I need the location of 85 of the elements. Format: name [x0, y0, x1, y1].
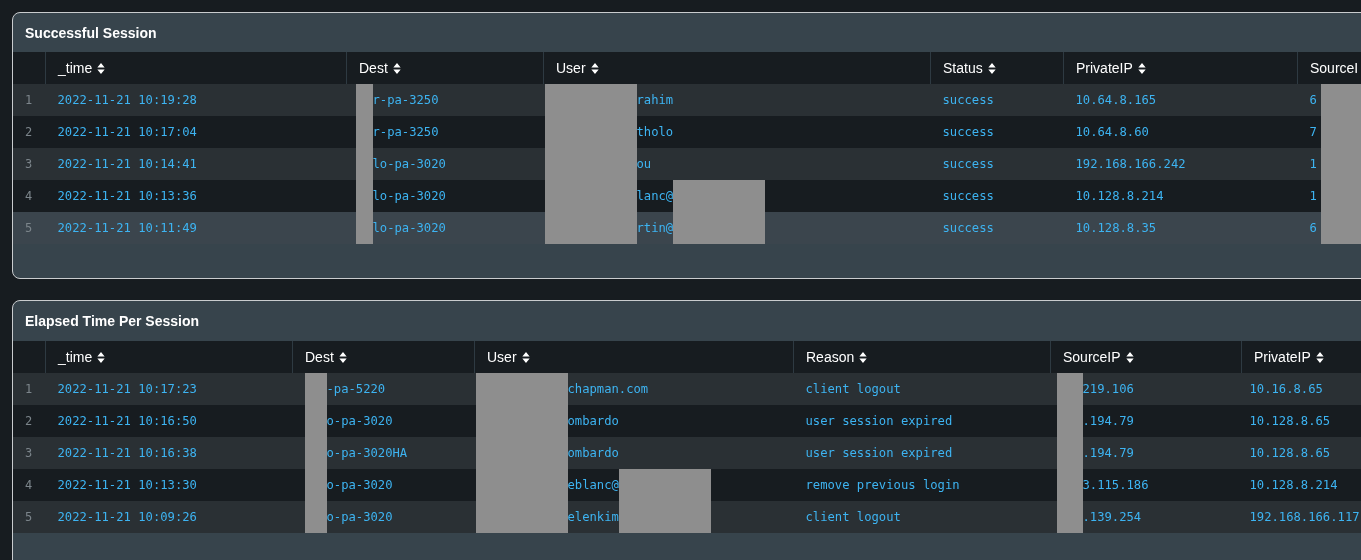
row-number: 1 — [25, 382, 33, 396]
table-cell: 2022-11-21 10:16:50 — [57, 414, 197, 428]
table-cell: eblanc@ — [567, 478, 619, 492]
table-cell: elenkim — [567, 510, 619, 524]
row-number: 3 — [25, 157, 33, 171]
table-cell: 10.128.8.65 — [1249, 414, 1331, 428]
table-cell: 192.168.166.117 — [1249, 510, 1360, 524]
table-cell: lanc@ — [636, 189, 674, 203]
table-cell: 6 — [1309, 93, 1317, 107]
table-cell: 192.168.166.242 — [1075, 157, 1186, 171]
table-cell: success — [942, 125, 994, 139]
row-number: 5 — [25, 510, 33, 524]
row-number: 2 — [25, 414, 33, 428]
table-cell: success — [942, 221, 994, 235]
table-cell: client logout — [805, 382, 901, 396]
sort-icon — [1137, 62, 1146, 74]
table-cell: 6 — [1309, 221, 1317, 235]
table-cell: 3.115.186 — [1082, 478, 1149, 492]
table-cell: rtin@ — [636, 221, 674, 235]
column-header[interactable]: SourceI — [1298, 52, 1361, 84]
table-cell: lo-pa-3020 — [372, 189, 446, 203]
table-cell: o-pa-3020HA — [326, 446, 408, 460]
sort-icon — [590, 62, 599, 74]
table-cell: remove previous login — [805, 478, 960, 492]
table-cell: tholo — [636, 125, 674, 139]
table-cell: lo-pa-3020 — [372, 157, 446, 171]
table-cell: 2022-11-21 10:17:23 — [57, 382, 197, 396]
table-cell: 10.128.8.214 — [1075, 189, 1164, 203]
sort-icon — [859, 351, 868, 363]
sort-icon — [392, 62, 401, 74]
sort-icon — [97, 62, 106, 74]
table-cell: ombardo — [567, 414, 619, 428]
table-cell: 2022-11-21 10:16:38 — [57, 446, 197, 460]
table-cell: o-pa-3020 — [326, 414, 393, 428]
table-cell: 219.106 — [1082, 382, 1134, 396]
table-cell: o-pa-3020 — [326, 478, 393, 492]
row-number: 2 — [25, 125, 33, 139]
table-cell: 10.128.8.214 — [1249, 478, 1338, 492]
table-cell: 2022-11-21 10:11:49 — [57, 221, 197, 235]
table-cell: user session expired — [805, 414, 953, 428]
sort-icon — [987, 62, 996, 74]
table-cell: 2022-11-21 10:09:26 — [57, 510, 197, 524]
column-header[interactable]: User — [544, 52, 611, 84]
table-cell: 2022-11-21 10:13:30 — [57, 478, 197, 492]
panel-title: Successful Session — [24, 24, 158, 43]
table-cell: 10.64.8.60 — [1075, 125, 1149, 139]
table-cell: 1 — [1309, 157, 1317, 171]
table-cell: 7 — [1309, 125, 1317, 139]
table-cell: .139.254 — [1082, 510, 1142, 524]
table-cell: 2022-11-21 10:19:28 — [57, 93, 197, 107]
table-cell: success — [942, 157, 994, 171]
table-cell: client logout — [805, 510, 901, 524]
sort-icon — [521, 351, 530, 363]
table-cell: 10.64.8.165 — [1075, 93, 1157, 107]
sort-icon — [97, 351, 106, 363]
table-cell: success — [942, 189, 994, 203]
table-cell: ou — [636, 157, 652, 171]
panel-title: Elapsed Time Per Session — [24, 312, 201, 331]
table-cell: ombardo — [567, 446, 619, 460]
row-number: 5 — [25, 221, 33, 235]
table-cell: o-pa-3020 — [326, 510, 393, 524]
table-cell: 10.16.8.65 — [1249, 382, 1323, 396]
table-cell: 1 — [1309, 189, 1317, 203]
table-cell: .194.79 — [1082, 414, 1134, 428]
table-cell: .194.79 — [1082, 446, 1134, 460]
table-cell: r-pa-3250 — [372, 125, 439, 139]
row-number: 1 — [25, 93, 33, 107]
table-cell: 10.128.8.35 — [1075, 221, 1157, 235]
table-cell: chapman.com — [567, 382, 649, 396]
table-cell: 2022-11-21 10:14:41 — [57, 157, 197, 171]
table-cell: r-pa-3250 — [372, 93, 439, 107]
sort-icon — [1315, 351, 1324, 363]
table-cell: user session expired — [805, 446, 953, 460]
table-cell: -pa-5220 — [326, 382, 386, 396]
row-number: 4 — [25, 478, 33, 492]
row-number: 3 — [25, 446, 33, 460]
sort-icon — [338, 351, 347, 363]
table-cell: rahim — [636, 93, 674, 107]
sort-icon — [1125, 351, 1134, 363]
table-cell: 10.128.8.65 — [1249, 446, 1331, 460]
table-cell: success — [942, 93, 994, 107]
row-number: 4 — [25, 189, 33, 203]
table-cell: 2022-11-21 10:13:36 — [57, 189, 197, 203]
table-cell: lo-pa-3020 — [372, 221, 446, 235]
table-cell: 2022-11-21 10:17:04 — [57, 125, 197, 139]
